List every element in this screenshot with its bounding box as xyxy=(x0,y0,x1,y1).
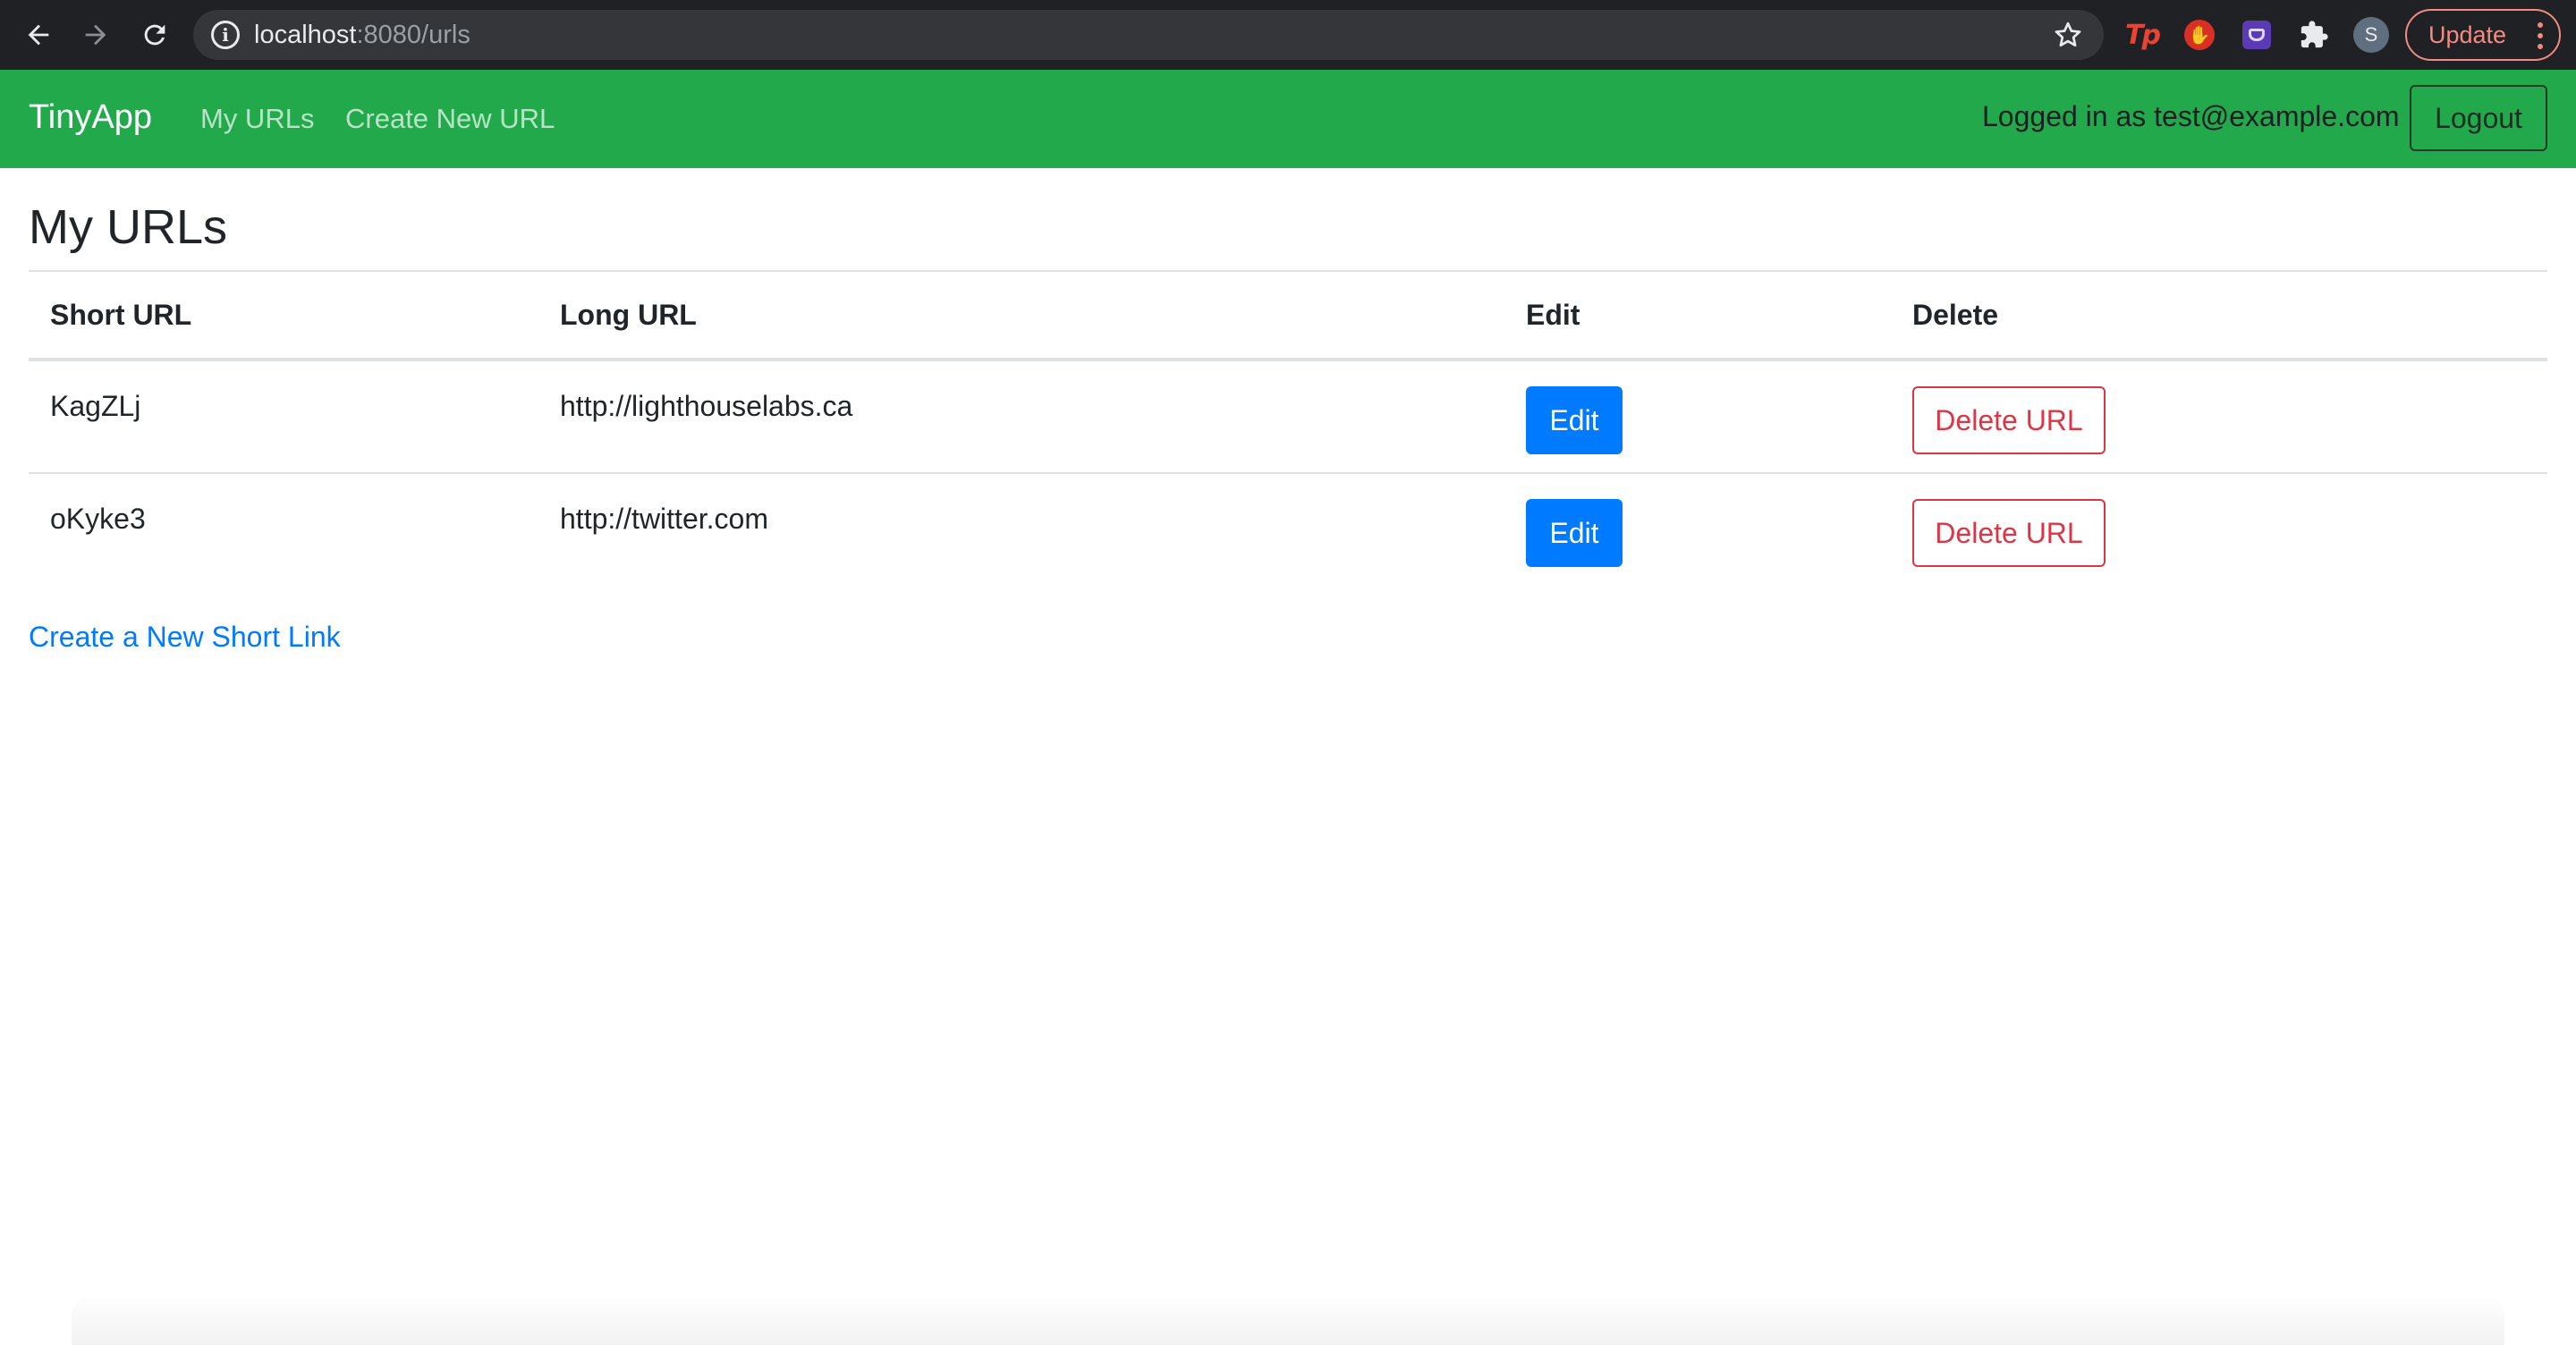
arrow-right-icon xyxy=(85,24,106,46)
puzzle-extensions-icon[interactable] xyxy=(2295,16,2333,54)
url-path: :8080/urls xyxy=(356,21,470,49)
profile-avatar[interactable]: S xyxy=(2352,16,2390,54)
long-url-cell: http://lighthouselabs.ca xyxy=(560,390,853,422)
update-label: Update xyxy=(2428,21,2507,48)
reload-button[interactable] xyxy=(136,16,174,54)
short-url-cell: KagZLj xyxy=(50,390,141,422)
more-vert-icon xyxy=(2538,22,2543,49)
create-new-short-link[interactable]: Create a New Short Link xyxy=(29,619,341,655)
header-short-url: Short URL xyxy=(50,299,192,331)
edit-button[interactable]: Edit xyxy=(1526,499,1623,567)
brand-link[interactable]: TinyApp xyxy=(29,97,152,138)
forward-button[interactable] xyxy=(77,16,114,54)
reload-icon xyxy=(144,24,165,46)
delete-url-button[interactable]: Delete URL xyxy=(1912,499,2106,567)
bottom-shadow xyxy=(72,1291,2504,1345)
address-url[interactable]: localhost:8080/urls xyxy=(254,21,470,49)
nav-link-my-urls[interactable]: My URLs xyxy=(200,102,314,136)
logged-in-text: Logged in as test@example.com xyxy=(1982,100,2400,132)
update-button[interactable]: Update xyxy=(2405,9,2561,61)
delete-url-button[interactable]: Delete URL xyxy=(1912,386,2106,454)
star-bookmark-icon[interactable] xyxy=(2052,19,2084,51)
url-host: localhost xyxy=(254,21,357,49)
page-title: My URLs xyxy=(29,200,228,254)
cup-icon xyxy=(2242,21,2271,49)
table-row: oKyke3 http://twitter.com Edit Delete UR… xyxy=(29,474,2547,587)
edit-button[interactable]: Edit xyxy=(1526,386,1623,454)
long-url-cell: http://twitter.com xyxy=(560,503,768,535)
app-navbar: TinyApp My URLs Create New URL Logged in… xyxy=(0,70,2576,168)
short-url-cell: oKyke3 xyxy=(50,503,146,535)
profile-initial: S xyxy=(2353,17,2389,53)
hand-extension-icon[interactable]: ✋ xyxy=(2181,16,2218,54)
header-long-url: Long URL xyxy=(560,299,697,331)
header-delete: Delete xyxy=(1912,299,1999,331)
nav-link-create-new-url[interactable]: Create New URL xyxy=(345,102,555,136)
title-divider xyxy=(29,270,2547,272)
tp-extension-label: Tp xyxy=(2125,19,2161,51)
back-button[interactable] xyxy=(20,16,57,54)
table-row: KagZLj http://lighthouselabs.ca Edit Del… xyxy=(29,361,2547,474)
tp-extension-icon[interactable]: Tp xyxy=(2123,16,2161,54)
puzzle-icon xyxy=(2301,21,2328,48)
header-edit: Edit xyxy=(1526,299,1580,331)
info-icon[interactable]: i xyxy=(211,21,240,49)
hand-icon: ✋ xyxy=(2184,20,2215,50)
arrow-left-icon xyxy=(28,24,49,46)
purple-extension-icon[interactable] xyxy=(2238,16,2275,54)
address-bar[interactable]: i localhost:8080/urls xyxy=(193,10,2104,60)
browser-toolbar: i localhost:8080/urls Tp ✋ S Update xyxy=(0,0,2576,70)
logout-button[interactable]: Logout xyxy=(2410,85,2547,151)
